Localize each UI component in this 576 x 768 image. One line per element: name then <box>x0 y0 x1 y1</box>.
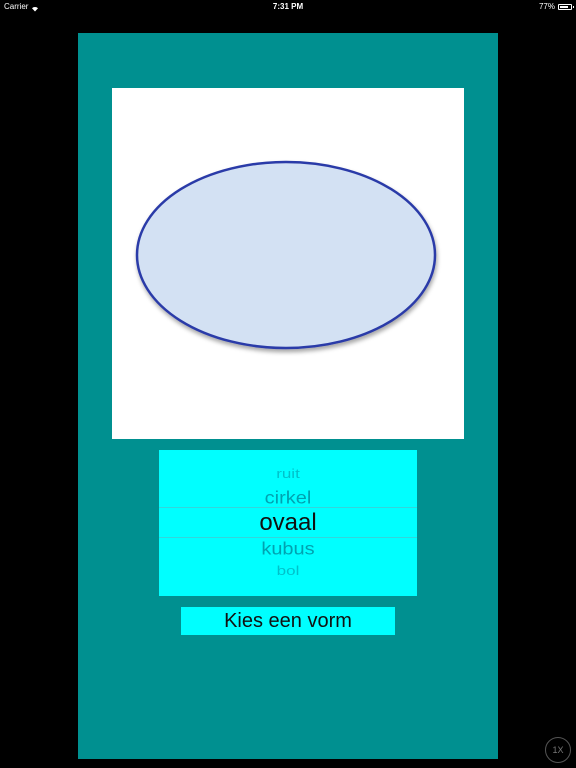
status-bar: Carrier 7:31 PM 77% <box>0 0 576 13</box>
status-time: 7:31 PM <box>272 2 304 11</box>
oval-shape <box>135 160 437 350</box>
oval-shape-svg <box>135 160 437 350</box>
battery-percentage: 77% <box>538 2 555 11</box>
status-right: 77% <box>538 0 574 13</box>
picker-item-bol[interactable]: bol <box>159 563 417 580</box>
battery-icon <box>558 3 574 10</box>
picker-items: ruit cirkel ovaal kubus bol <box>159 450 417 596</box>
battery-fill <box>560 5 568 8</box>
shape-image <box>112 88 464 439</box>
zoom-1x-button[interactable]: 1X <box>545 737 571 763</box>
picker-item-ovaal-selected[interactable]: ovaal <box>159 509 417 537</box>
picker-item-cirkel[interactable]: cirkel <box>159 487 417 508</box>
picker-item-kubus[interactable]: kubus <box>159 538 417 559</box>
choose-shape-button[interactable]: Kies een vorm <box>181 607 395 635</box>
picker-item-ruit[interactable]: ruit <box>159 466 417 483</box>
